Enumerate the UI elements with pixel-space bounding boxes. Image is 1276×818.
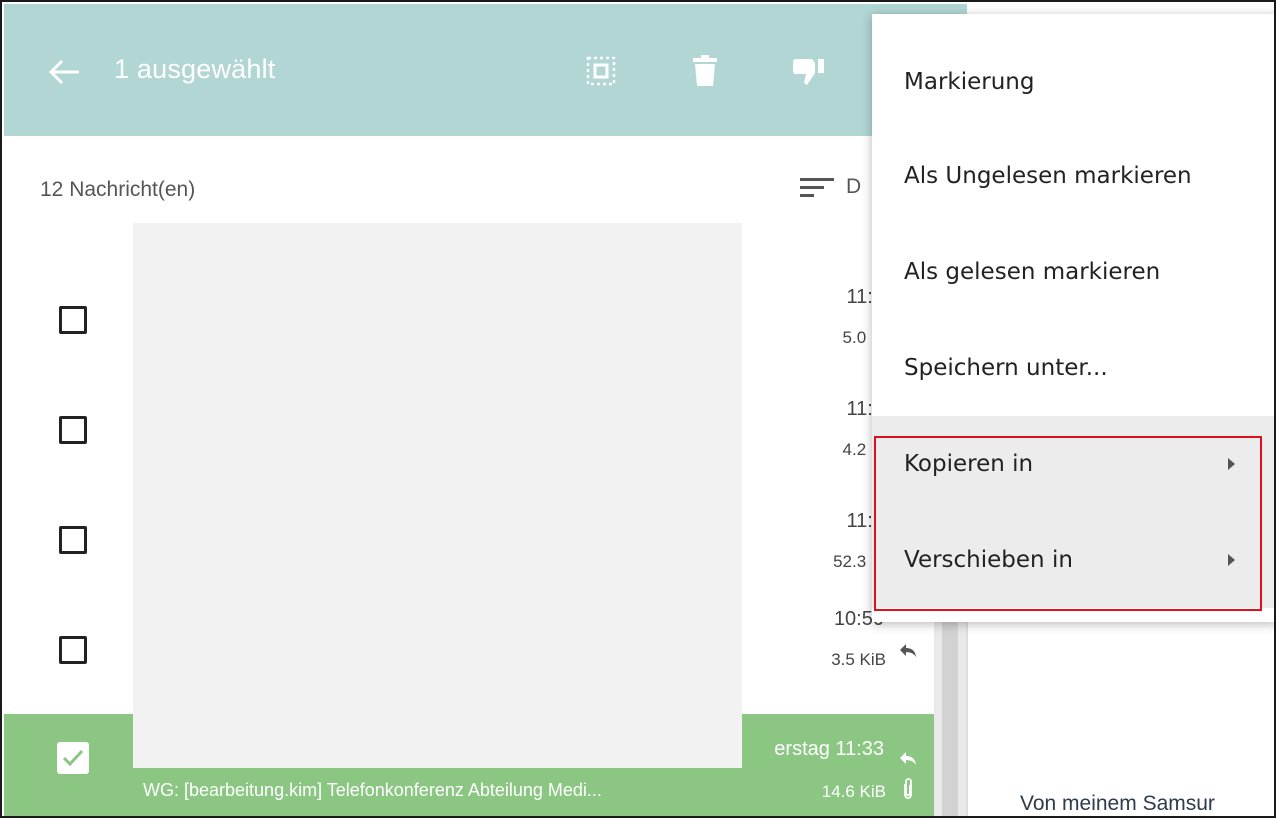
replied-icon	[900, 752, 916, 765]
checkmark-icon	[62, 749, 84, 767]
selection-count-title: 1 ausgewählt	[114, 54, 276, 84]
scrollbar-thumb[interactable]	[942, 616, 958, 816]
spam-button[interactable]	[786, 48, 832, 94]
context-menu: Markierung Als Ungelesen markieren Als g…	[872, 14, 1274, 622]
message-size: 3.5 KiB	[831, 650, 886, 669]
menu-item-label: Markierung	[904, 69, 1035, 95]
submenu-arrow-icon	[1228, 554, 1235, 566]
attachment-icon	[904, 778, 912, 799]
reading-pane-text: Von meinem Samsur	[1020, 792, 1215, 815]
row-checkbox[interactable]	[59, 526, 87, 554]
sort-label: D	[846, 175, 862, 198]
app-window: 1 ausgewählt 12 Nachricht(en) D 11:3 5.0…	[0, 0, 1276, 818]
menu-item-label: Speichern unter...	[904, 355, 1108, 381]
menu-item-save-as[interactable]: Speichern unter...	[872, 320, 1274, 416]
row-checkbox-checked[interactable]	[57, 742, 89, 774]
menu-item-label: Kopieren in	[904, 451, 1034, 477]
message-size: 14.6 KiB	[821, 782, 886, 801]
menu-item-label: Verschieben in	[904, 547, 1073, 573]
menu-item-mark-unread[interactable]: Als Ungelesen markieren	[872, 128, 1274, 224]
selection-toolbar: 1 ausgewählt	[4, 4, 967, 136]
spam-thumbs-down-icon	[793, 59, 824, 85]
delete-icon	[693, 55, 717, 86]
select-all-icon	[586, 56, 616, 86]
message-time: erstag 11:33	[774, 738, 884, 760]
delete-button[interactable]	[682, 48, 728, 94]
menu-item-markierung[interactable]: Markierung	[872, 34, 1274, 130]
menu-item-copy-to[interactable]: Kopieren in	[872, 416, 1274, 512]
back-arrow-icon	[48, 59, 79, 85]
submenu-arrow-icon	[1228, 458, 1235, 470]
menu-item-move-to[interactable]: Verschieben in	[872, 512, 1274, 608]
menu-item-mark-read[interactable]: Als gelesen markieren	[872, 224, 1274, 320]
menu-item-label: Als gelesen markieren	[904, 259, 1161, 285]
sort-button[interactable]: D	[800, 174, 861, 200]
redacted-region	[133, 223, 742, 768]
menu-item-label: Als Ungelesen markieren	[904, 163, 1192, 189]
select-all-button[interactable]	[578, 48, 624, 94]
row-checkbox[interactable]	[59, 416, 87, 444]
replied-icon	[900, 644, 916, 657]
sort-icon	[800, 178, 834, 197]
message-count: 12 Nachricht(en)	[40, 178, 196, 201]
message-subject: WG: [bearbeitung.kim] Telefonkonferenz A…	[143, 780, 602, 800]
row-checkbox[interactable]	[59, 636, 87, 664]
back-button[interactable]	[42, 50, 86, 94]
row-checkbox[interactable]	[59, 306, 87, 334]
